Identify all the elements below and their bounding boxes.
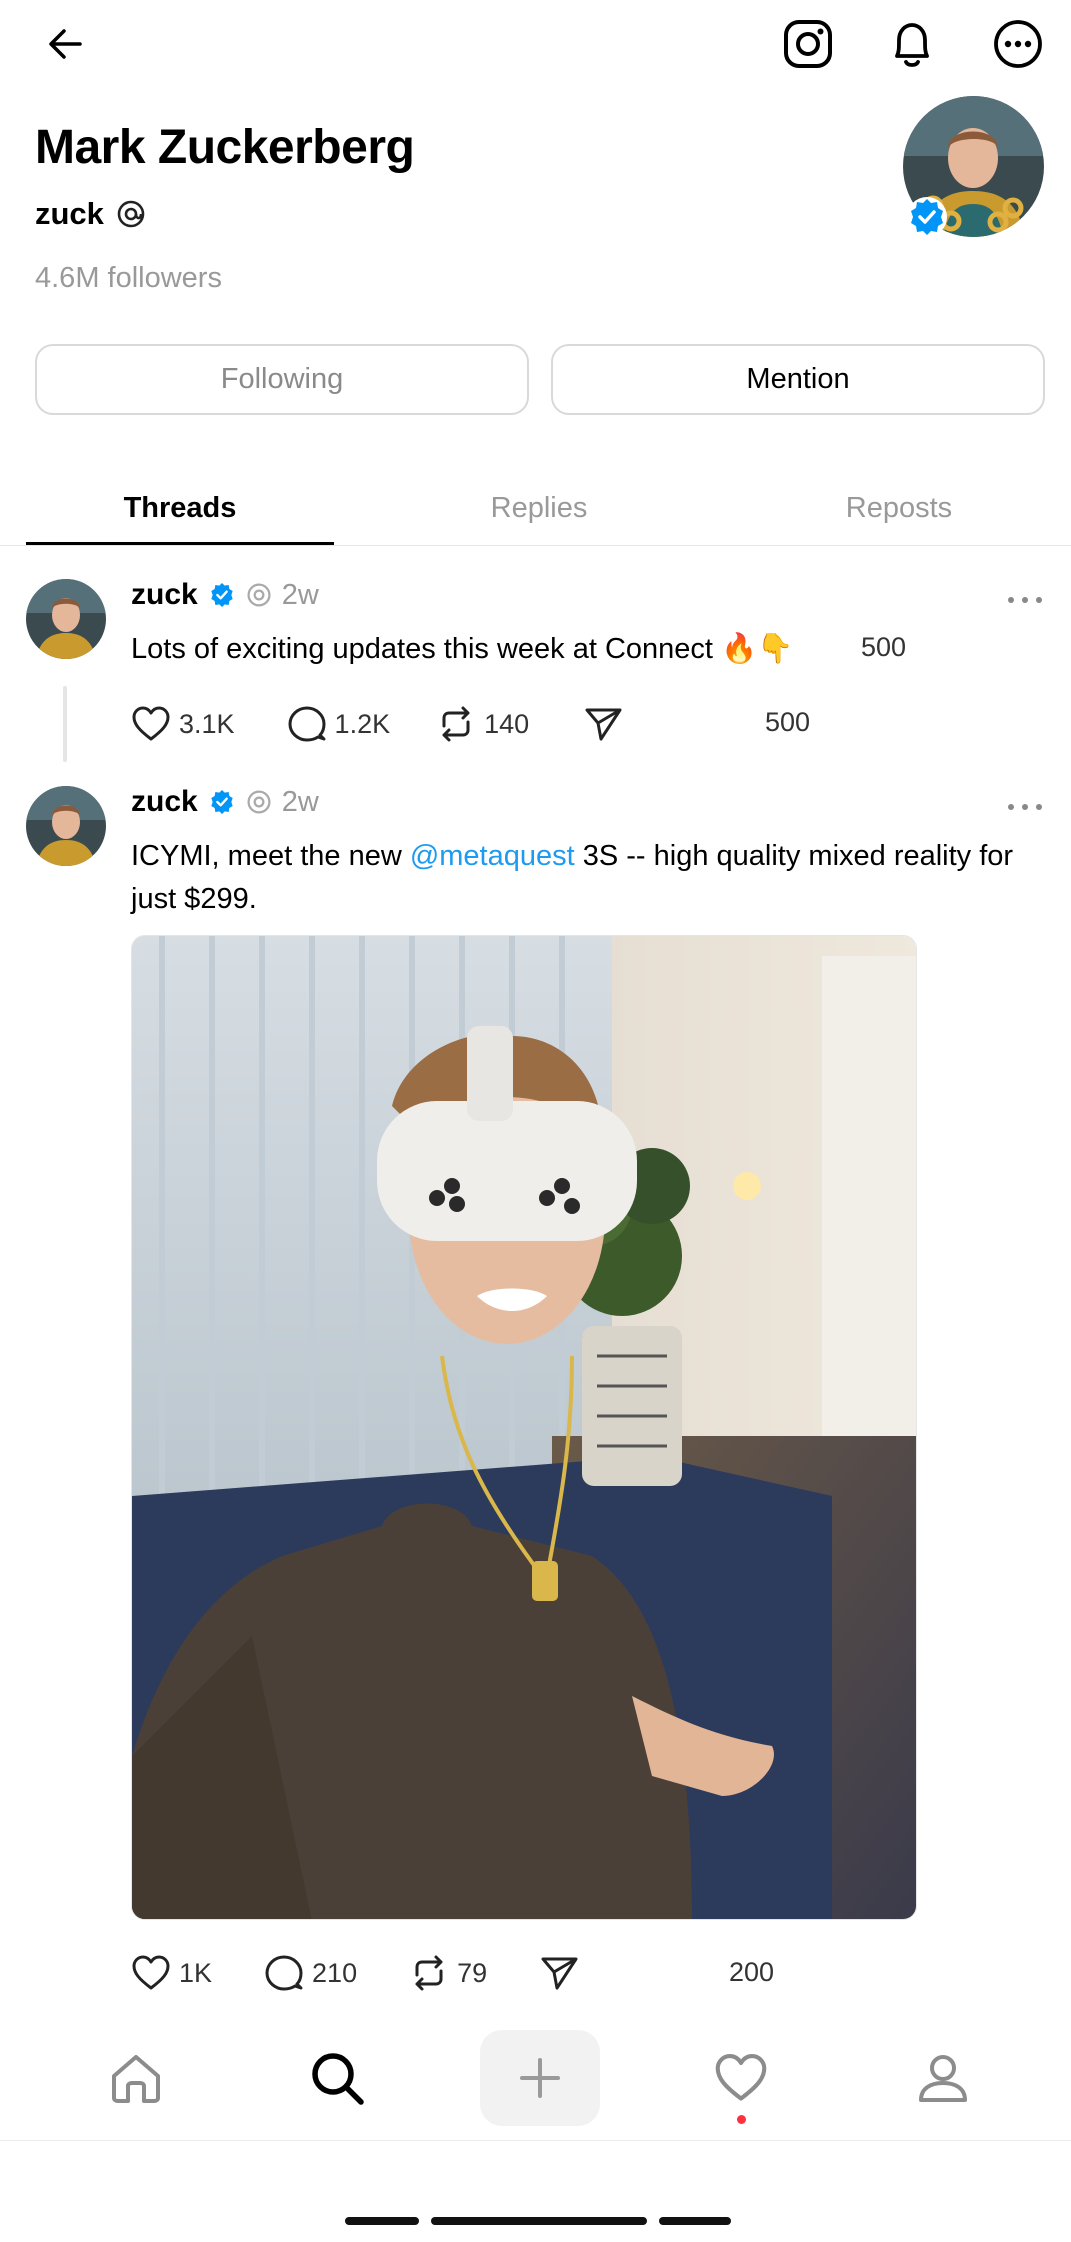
back-arrow-icon [44,22,88,66]
verified-badge-icon [906,196,948,238]
comment-icon [264,1953,304,1993]
nav-profile[interactable] [903,2030,983,2126]
heart-icon [131,705,171,743]
post-actions: 1K 210 79 [131,1949,579,1997]
post-header: zuck 2w [131,785,319,819]
home-icon [108,2050,164,2106]
repost-button[interactable]: 140 [436,704,529,744]
overlay-number: 500 [861,632,907,662]
instagram-icon [782,18,834,70]
more-horizontal-icon [1005,797,1045,817]
post-author[interactable]: zuck [131,785,198,819]
comment-count: 210 [312,1957,358,1988]
repost-button[interactable]: 79 [409,1953,487,1993]
profile-handle: zuck [35,196,104,231]
post-text: ICYMI, meet the new @metaquest 3S -- hig… [131,835,1013,921]
send-icon [583,704,623,744]
profile-icon [915,2050,971,2106]
tab-threads[interactable]: Threads [26,468,334,548]
heart-icon [131,1954,171,1992]
comment-icon [287,704,327,744]
post-text: Lots of exciting updates this week at Co… [131,633,794,665]
like-button[interactable]: 3.1K [131,705,235,743]
overlay-number: 500 [765,707,811,737]
like-count: 3.1K [179,708,235,739]
like-count: 1K [179,1957,213,1988]
comment-button[interactable]: 1.2K [287,704,391,744]
threads-badge-icon [246,582,272,608]
post-text-part: 3S -- high quality mixed reality for [574,840,1014,872]
verified-icon [208,581,236,609]
threads-badge-icon[interactable] [116,199,146,229]
post-time: 2w [281,785,319,818]
heart-icon [713,2052,769,2104]
tab-reposts[interactable]: Reposts [745,468,1053,548]
post-time: 2w [281,578,319,611]
post-text-part: ICYMI, meet the new [131,840,410,872]
repost-icon [436,704,476,744]
followers-count[interactable]: 4.6M followers [35,262,222,295]
share-button[interactable] [539,1953,579,1993]
like-button[interactable]: 1K [131,1954,212,1992]
post-author[interactable]: zuck [131,578,198,612]
bell-icon [887,18,937,70]
search-icon [308,2049,366,2107]
more-options-button[interactable] [986,12,1050,76]
tab-replies[interactable]: Replies [385,468,693,548]
send-icon [539,1953,579,1993]
nav-divider [0,2140,1071,2141]
post-more-button[interactable] [1005,590,1045,610]
instagram-button[interactable] [776,12,840,76]
nav-activity[interactable] [701,2030,781,2126]
threads-badge-icon [246,789,272,815]
repost-count: 79 [457,1957,488,1988]
thread-line [63,686,67,762]
post-image[interactable] [131,935,917,1920]
profile-handle-row: zuck [35,196,146,232]
nav-search[interactable] [297,2030,377,2126]
notifications-button[interactable] [880,12,944,76]
profile-name: Mark Zuckerberg [35,121,415,174]
repost-icon [409,1953,449,1993]
plus-icon [516,2054,564,2102]
mention-button[interactable]: Mention [551,344,1045,415]
more-options-icon [992,18,1044,70]
following-button[interactable]: Following [35,344,529,415]
back-button[interactable] [34,12,98,76]
gesture-bar-left [345,2217,419,2225]
overlay-number: 200 [729,1957,775,1987]
verified-icon [208,788,236,816]
post-actions: 3.1K 1.2K 140 [131,700,623,748]
mention-link[interactable]: @metaquest [410,840,575,872]
post-header: zuck 2w [131,578,319,612]
more-horizontal-icon [1005,590,1045,610]
gesture-bar-center [431,2217,647,2225]
comment-count: 1.2K [334,708,391,739]
nav-home[interactable] [96,2030,176,2126]
post-more-button[interactable] [1005,797,1045,817]
gesture-bar-right [659,2217,731,2225]
post-text-part: just $299. [131,883,257,915]
share-button[interactable] [583,704,623,744]
post-avatar[interactable] [26,579,106,659]
nav-compose[interactable] [480,2030,600,2126]
notification-dot [737,2115,746,2124]
repost-count: 140 [484,708,530,739]
tabs-divider [0,545,1071,546]
comment-button[interactable]: 210 [264,1953,357,1993]
post-avatar[interactable] [26,786,106,866]
